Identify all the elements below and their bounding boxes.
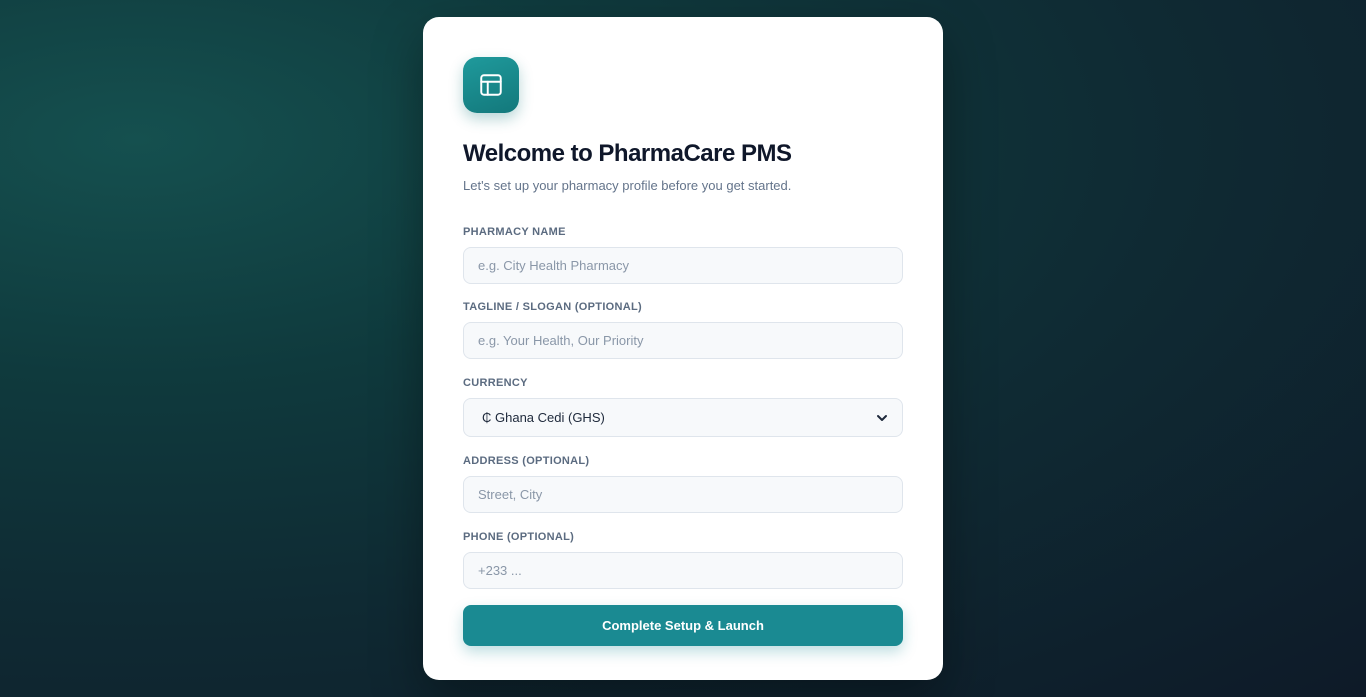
phone-input[interactable] <box>463 552 903 589</box>
address-field: ADDRESS (OPTIONAL) <box>463 454 903 513</box>
pharmacy-name-label: PHARMACY NAME <box>463 226 566 238</box>
currency-select[interactable]: ₵ Ghana Cedi (GHS) <box>463 398 903 437</box>
currency-field: CURRENCY ₵ Ghana Cedi (GHS) <box>463 376 903 437</box>
app-logo <box>463 57 519 113</box>
phone-field: PHONE (OPTIONAL) <box>463 530 903 589</box>
layout-panel-icon <box>480 74 502 96</box>
address-input[interactable] <box>463 476 903 513</box>
tagline-input[interactable] <box>463 322 903 359</box>
tagline-field: TAGLINE / SLOGAN (OPTIONAL) <box>463 300 903 359</box>
currency-selected-value: ₵ Ghana Cedi (GHS) <box>482 410 605 425</box>
chevron-down-icon <box>877 414 887 421</box>
page-subtitle: Let's set up your pharmacy profile befor… <box>463 178 792 193</box>
address-label: ADDRESS (OPTIONAL) <box>463 455 590 467</box>
pharmacy-name-input[interactable] <box>463 247 903 284</box>
phone-label: PHONE (OPTIONAL) <box>463 531 575 543</box>
pharmacy-name-field: PHARMACY NAME <box>463 225 903 284</box>
page-title: Welcome to PharmaCare PMS <box>463 140 792 167</box>
setup-card: Welcome to PharmaCare PMS Let's set up y… <box>423 17 943 680</box>
tagline-label: TAGLINE / SLOGAN (OPTIONAL) <box>463 301 642 313</box>
complete-setup-button[interactable]: Complete Setup & Launch <box>463 605 903 646</box>
currency-label: CURRENCY <box>463 377 528 389</box>
